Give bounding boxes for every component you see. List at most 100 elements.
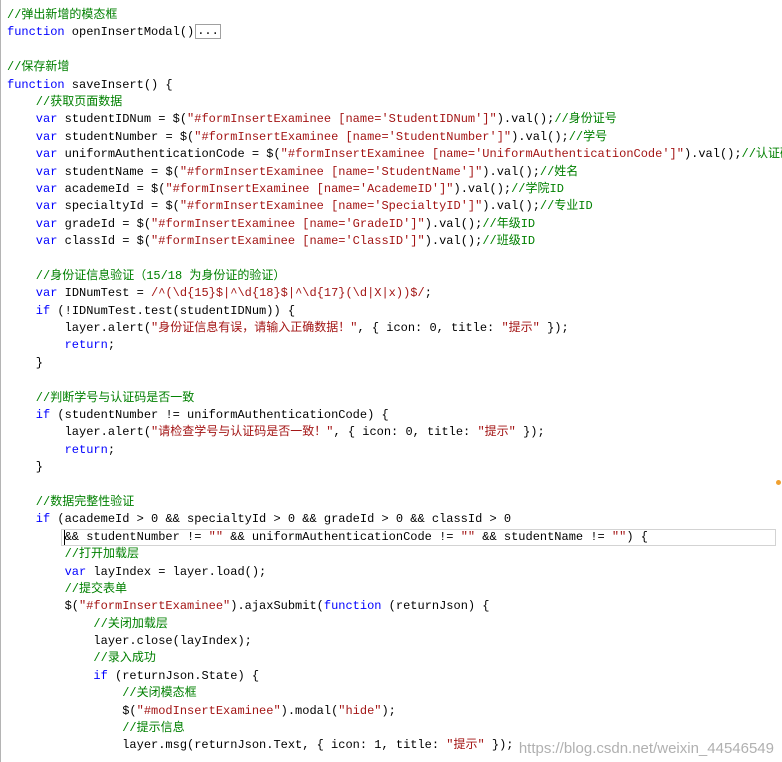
code-line[interactable]: //打开加载层 [1, 546, 782, 563]
code-line[interactable]: var uniformAuthenticationCode = $("#form… [1, 146, 782, 163]
string-token: "#formInsertExaminee [name='UniformAuthe… [280, 147, 684, 162]
code-line[interactable]: return; [1, 337, 782, 354]
keyword-token: return [7, 442, 108, 457]
regex-token: /^(\d{15}$|^\d{18}$|^\d{17}(\d|X|x))$/ [151, 286, 425, 301]
code-line[interactable]: var IDNumTest = /^(\d{15}$|^\d{18}$|^\d{… [1, 285, 782, 302]
code-line[interactable]: var classId = $("#formInsertExaminee [na… [1, 233, 782, 250]
code-text-token: classId = $( [57, 234, 152, 249]
code-line[interactable]: layer.alert("请检查学号与认证码是否一致！", { icon: 0,… [1, 424, 782, 441]
code-editor[interactable]: //弹出新增的模态框 function openInsertModal()... /… [0, 0, 782, 762]
comment-token: //身份证信息验证（15/18 为身份证的验证） [7, 268, 286, 283]
code-line[interactable]: layer.alert("身份证信息有误，请输入正确数据！", { icon: … [1, 320, 782, 337]
code-line[interactable]: //判断学号与认证码是否一致 [1, 390, 782, 407]
code-text-token: , { icon: 0, title: [357, 321, 502, 336]
keyword-token: var [7, 286, 58, 301]
code-line[interactable]: var gradeId = $("#formInsertExaminee [na… [1, 216, 782, 233]
code-line[interactable]: if (!IDNumTest.test(studentIDNum)) { [1, 303, 782, 320]
code-line[interactable]: $("#modInsertExaminee").modal("hide"); [1, 703, 782, 720]
code-line[interactable]: //关闭加载层 [1, 616, 782, 633]
code-line[interactable]: if (returnJson.State) { [1, 668, 782, 685]
comment-token: //班级ID [482, 234, 536, 249]
code-line[interactable]: //获取页面数据 [1, 94, 782, 111]
code-line[interactable]: //提交表单 [1, 581, 782, 598]
string-token: "#formInsertExaminee [name='StudentIDNum… [187, 112, 497, 127]
string-token: "#modInsertExaminee" [136, 703, 281, 718]
comment-token: //保存新增 [7, 60, 70, 75]
code-line[interactable]: function saveInsert() { [1, 77, 782, 94]
comment-token: //专业ID [539, 199, 593, 214]
keyword-token: var [7, 181, 58, 196]
keyword-token: var [7, 129, 58, 144]
code-line[interactable]: //弹出新增的模态框 [1, 7, 782, 24]
string-token: "#formInsertExaminee [name='StudentName'… [179, 164, 483, 179]
code-lines-area[interactable]: //弹出新增的模态框 function openInsertModal()... /… [1, 7, 782, 755]
code-line[interactable]: } [1, 459, 782, 476]
string-token: "hide" [338, 703, 382, 718]
comment-token: //获取页面数据 [7, 94, 123, 109]
string-token: "#formInsertExaminee [name='SpecialtyID'… [179, 199, 483, 214]
code-line-current[interactable]: && studentNumber != "" && uniformAuthent… [1, 528, 782, 547]
code-text-token: layer.msg(returnJson.Text, { icon: 1, ti… [7, 738, 447, 753]
code-line[interactable]: return; [1, 442, 782, 459]
code-line[interactable]: if (studentNumber != uniformAuthenticati… [1, 407, 782, 424]
code-line[interactable]: function openInsertModal()... [1, 24, 782, 41]
code-text-token: && studentName != [475, 529, 612, 544]
collapsed-region-button[interactable]: ... [195, 24, 221, 39]
code-line[interactable]: //保存新增 [1, 59, 782, 76]
keyword-token: var [7, 234, 58, 249]
code-line[interactable]: var studentName = $("#formInsertExaminee… [1, 164, 782, 181]
code-line[interactable]: //录入成功 [1, 650, 782, 667]
code-text-token: ; [107, 442, 116, 457]
code-text-token: openInsertModal() [64, 25, 195, 40]
keyword-token: var [7, 164, 58, 179]
string-token: "身份证信息有误，请输入正确数据！" [151, 321, 358, 336]
code-text-token: }); [539, 321, 569, 336]
code-text-token: } [7, 460, 44, 475]
comment-token: //判断学号与认证码是否一致 [7, 390, 195, 405]
comment-token: //提示信息 [7, 721, 185, 736]
code-line[interactable]: } [1, 355, 782, 372]
code-line[interactable]: layer.msg(returnJson.Text, { icon: 1, ti… [1, 737, 782, 754]
code-line[interactable]: //关闭模态框 [1, 685, 782, 702]
string-token: "#formInsertExaminee [name='GradeID']" [151, 216, 425, 231]
code-text-token: (academeId > 0 && specialtyId > 0 && gra… [50, 512, 512, 527]
code-line[interactable] [1, 477, 782, 494]
code-line[interactable]: //数据完整性验证 [1, 494, 782, 511]
comment-token: //认证码 [741, 147, 782, 162]
orange-marker-dot [776, 480, 781, 485]
code-line[interactable]: $("#formInsertExaminee").ajaxSubmit(func… [1, 598, 782, 615]
comment-token: //关闭加载层 [7, 616, 168, 631]
code-line[interactable] [1, 372, 782, 389]
code-line[interactable]: var studentNumber = $("#formInsertExamin… [1, 129, 782, 146]
keyword-token: function [7, 77, 65, 92]
code-text-token: layer.alert( [7, 321, 152, 336]
code-line[interactable]: var specialtyId = $("#formInsertExaminee… [1, 198, 782, 215]
code-line[interactable] [1, 250, 782, 267]
code-line[interactable]: layer.close(layIndex); [1, 633, 782, 650]
string-token: "#formInsertExaminee [name='ClassID']" [151, 234, 425, 249]
code-line[interactable]: if (academeId > 0 && specialtyId > 0 && … [1, 511, 782, 528]
code-text-token: specialtyId = $( [57, 199, 180, 214]
string-token: "提示" [446, 738, 485, 753]
code-line[interactable] [1, 42, 782, 59]
code-text-token: (returnJson) { [381, 599, 490, 614]
code-text-token: ).val(); [424, 216, 483, 231]
code-text-token: && uniformAuthenticationCode != [223, 529, 461, 544]
code-line[interactable]: //提示信息 [1, 720, 782, 737]
comment-token: //录入成功 [7, 651, 156, 666]
code-line[interactable]: var studentIDNum = $("#formInsertExamine… [1, 111, 782, 128]
code-text-token: saveInsert() { [64, 77, 173, 92]
code-text-token: ).val(); [683, 147, 742, 162]
comment-token: //关闭模态框 [7, 686, 197, 701]
code-text-token: layer.alert( [7, 425, 152, 440]
keyword-token: var [7, 199, 58, 214]
code-line[interactable]: //身份证信息验证（15/18 为身份证的验证） [1, 268, 782, 285]
keyword-token: if [7, 512, 51, 527]
code-text-token: $( [7, 703, 137, 718]
comment-token: //学号 [568, 129, 608, 144]
code-line[interactable]: var layIndex = layer.load(); [1, 564, 782, 581]
code-text-token: (studentNumber != uniformAuthenticationC… [50, 407, 389, 422]
string-token: "#formInsertExaminee [name='AcademeID']" [165, 181, 454, 196]
code-line[interactable]: var academeId = $("#formInsertExaminee [… [1, 181, 782, 198]
keyword-token: var [7, 147, 58, 162]
